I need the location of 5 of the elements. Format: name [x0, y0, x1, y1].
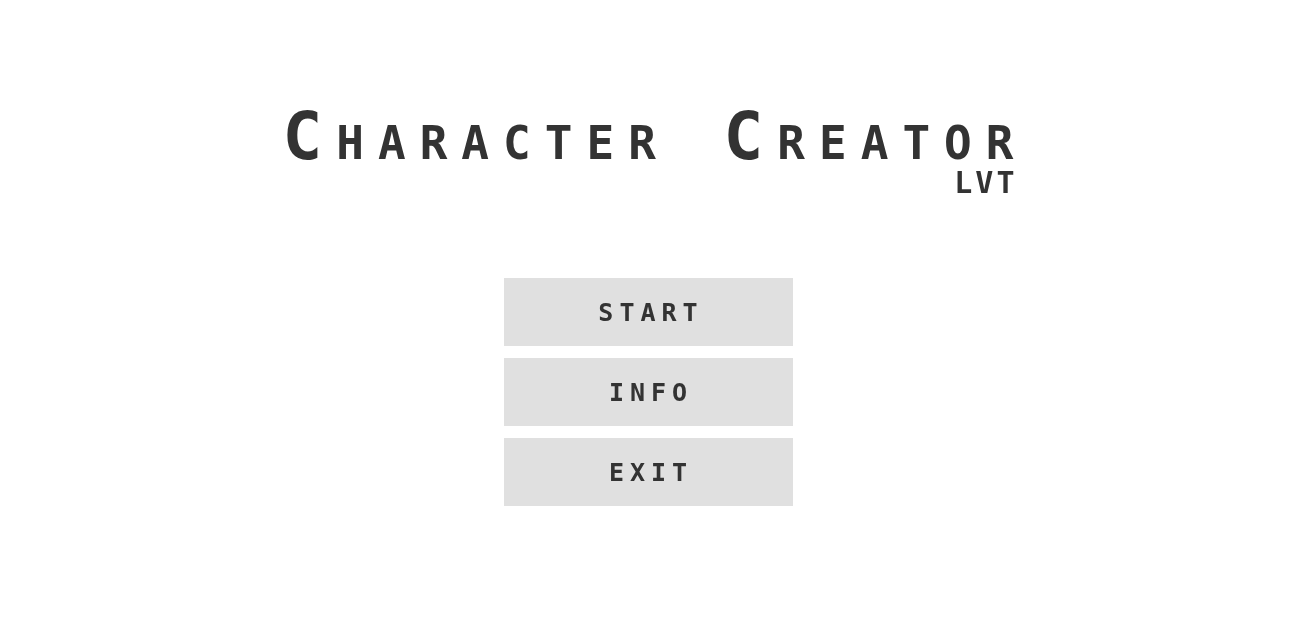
menu-button[interactable]: START [503, 278, 793, 346]
app-subtitle: LVT [954, 168, 1018, 198]
app-title: Character Creator [281, 104, 1028, 170]
menu-button[interactable]: INFO [503, 358, 793, 426]
menu-button[interactable]: EXIT [503, 438, 793, 506]
